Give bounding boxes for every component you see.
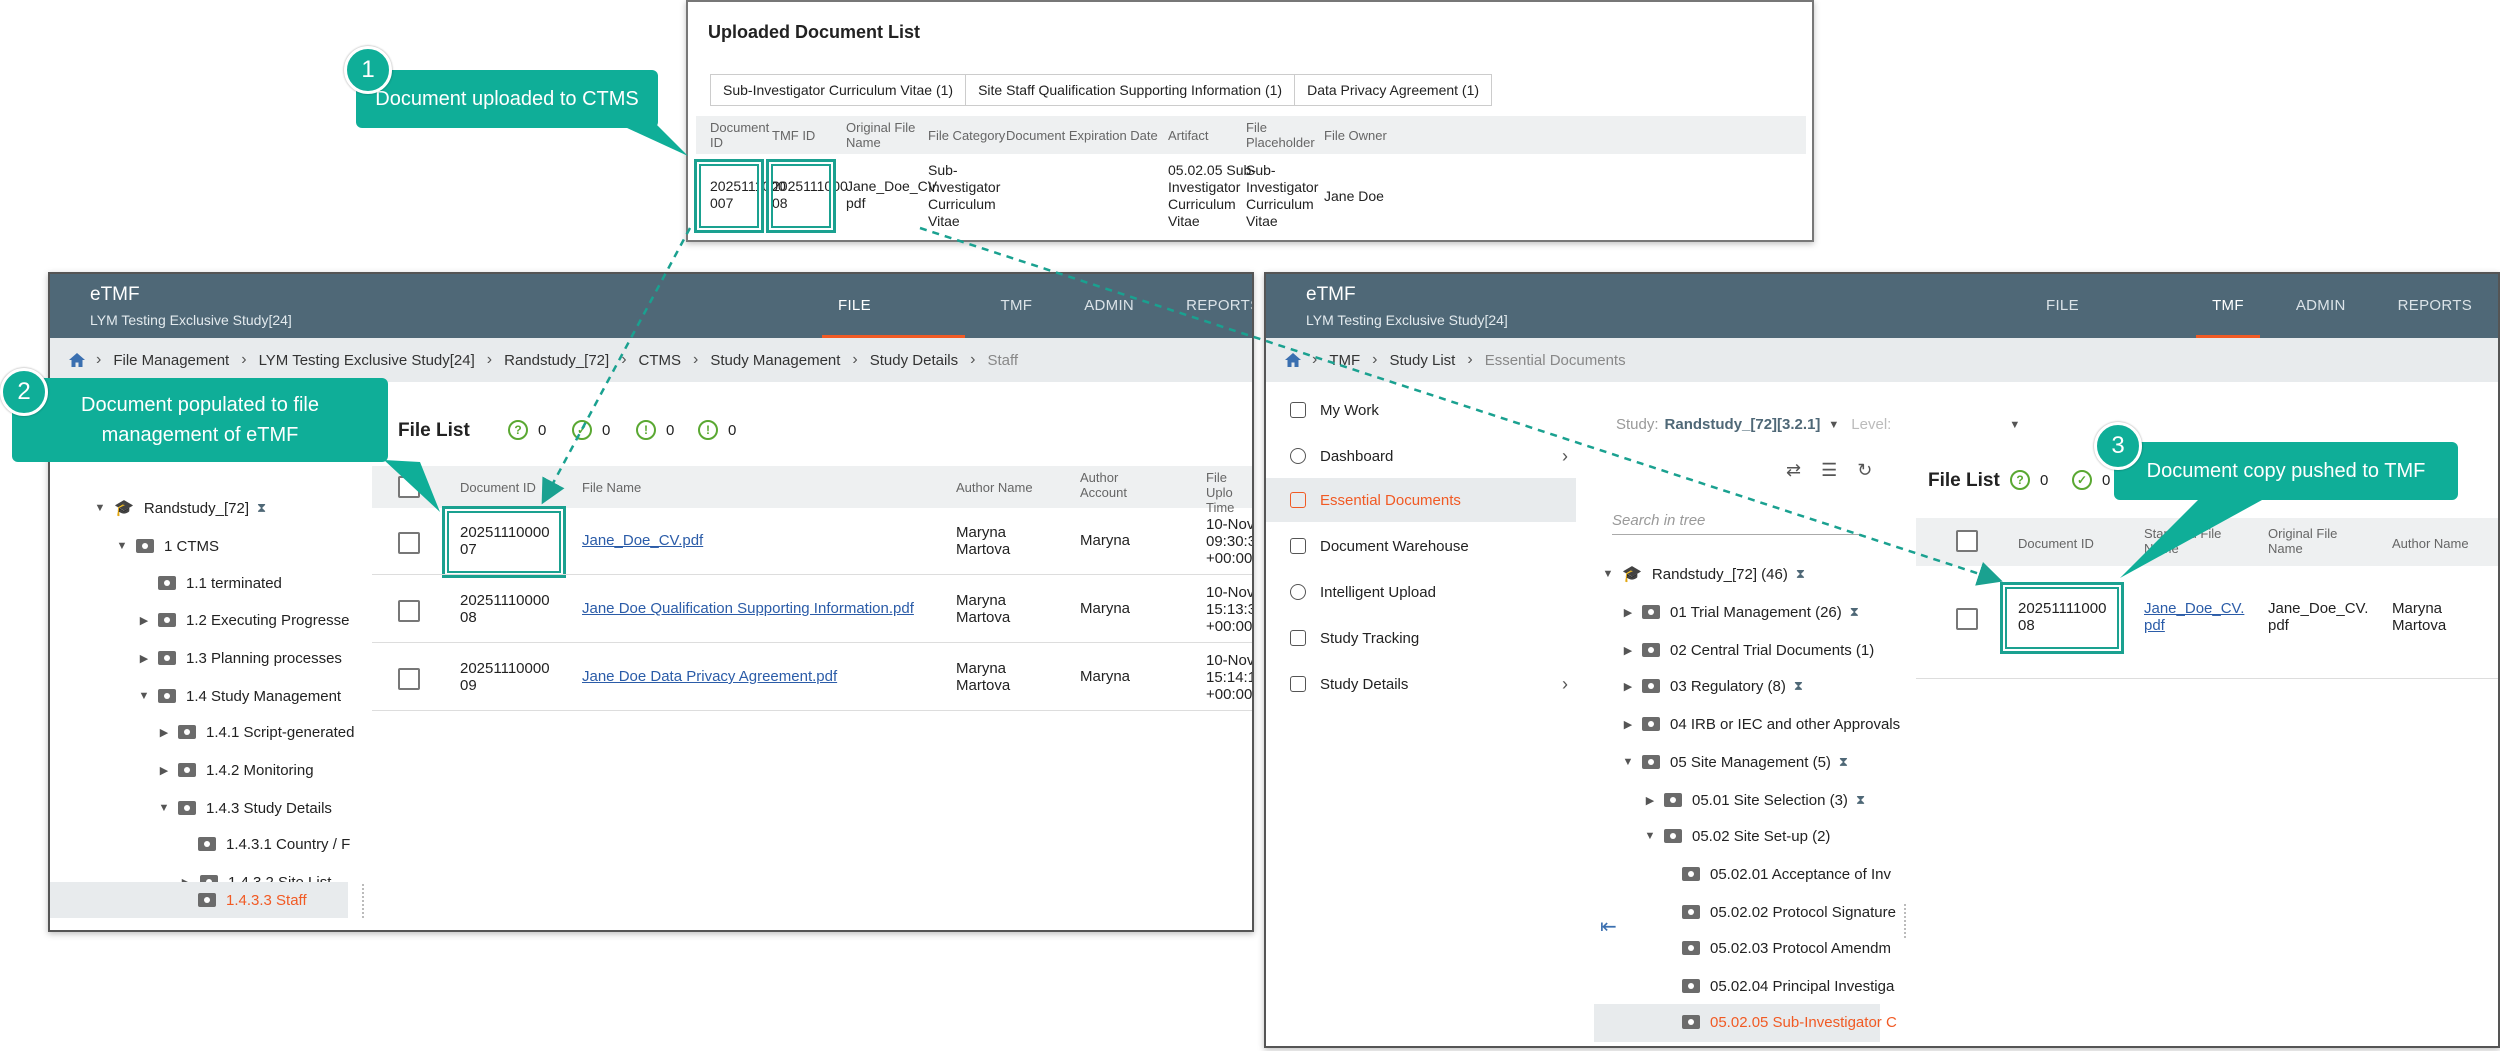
callout-2-pointer xyxy=(384,460,440,512)
callout-pushed-to-tmf: Document copy pushed to TMF xyxy=(2114,442,2458,500)
step-3-badge: 3 xyxy=(2094,422,2142,470)
arrow-ctms-to-file-management xyxy=(541,227,692,505)
arrow-ctms-to-tmf xyxy=(919,226,2003,586)
callout-3-pointer xyxy=(2120,500,2262,578)
step-1-badge: 1 xyxy=(344,46,392,94)
step-2-badge: 2 xyxy=(0,368,48,416)
connector-arrows xyxy=(384,110,2262,586)
callout-populated-to-file-management: Document populated to file management of … xyxy=(12,378,388,462)
callout-uploaded-to-ctms: Document uploaded to CTMS xyxy=(356,70,658,128)
